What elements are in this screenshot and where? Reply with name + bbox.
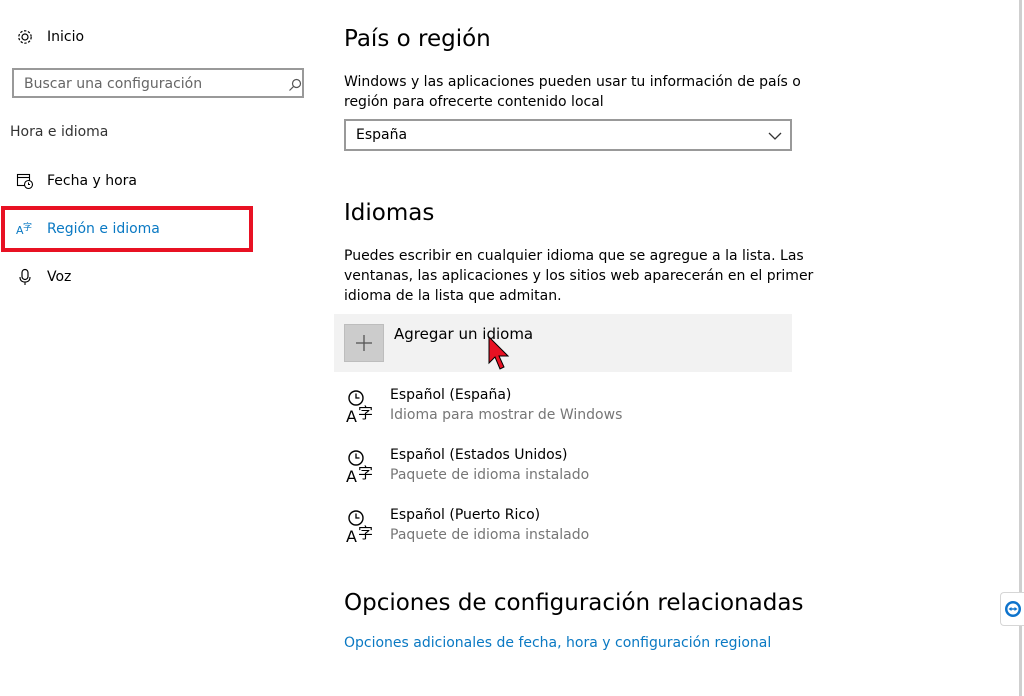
svg-text:字: 字 xyxy=(358,524,373,542)
region-description-line1: Windows y las aplicaciones pueden usar t… xyxy=(344,74,801,90)
svg-text:字: 字 xyxy=(358,404,373,422)
svg-text:A: A xyxy=(346,467,357,485)
svg-text:A: A xyxy=(346,527,357,545)
language-status: Paquete de idioma instalado xyxy=(390,527,590,543)
home-label: Inicio xyxy=(47,29,85,45)
region-description-line2: región para ofrecerte contenido local xyxy=(344,94,604,110)
chevron-down-icon xyxy=(768,128,782,142)
language-item-es-es[interactable]: A 字 Español (España) Idioma para mostrar… xyxy=(334,381,792,441)
cursor-arrow-icon xyxy=(487,335,511,376)
add-language-button[interactable]: Agregar un idioma xyxy=(334,314,792,372)
languages-description-line2: ventanas, las aplicaciones y los sitios … xyxy=(344,268,814,284)
additional-regional-settings-link[interactable]: Opciones adicionales de fecha, hora y co… xyxy=(344,635,771,651)
region-title: País o región xyxy=(344,26,491,52)
sidebar-item-date-time[interactable]: Fecha y hora xyxy=(0,161,320,201)
remote-control-widget[interactable] xyxy=(1000,592,1024,626)
plus-icon xyxy=(344,324,384,362)
sidebar-item-label: Voz xyxy=(47,269,72,285)
language-name: Español (España) xyxy=(390,387,512,403)
language-name: Español (Puerto Rico) xyxy=(390,507,541,523)
add-language-label: Agregar un idioma xyxy=(394,325,534,343)
language-pack-icon: A 字 xyxy=(344,389,378,426)
languages-description-line1: Puedes escribir en cualquier idioma que … xyxy=(344,248,804,264)
search-input[interactable] xyxy=(24,75,274,93)
language-pack-icon: A 字 xyxy=(344,449,378,486)
language-name: Español (Estados Unidos) xyxy=(390,447,568,463)
language-status: Idioma para mostrar de Windows xyxy=(390,407,623,423)
home-nav-item[interactable]: Inicio xyxy=(0,17,320,57)
languages-title: Idiomas xyxy=(344,200,435,226)
languages-description-line3: idioma de la lista que admitan. xyxy=(344,288,562,304)
related-settings-title: Opciones de configuración relacionadas xyxy=(344,590,804,616)
search-box[interactable] xyxy=(12,68,304,98)
country-dropdown-value: España xyxy=(356,127,408,143)
selection-highlight xyxy=(1,206,253,252)
sidebar-item-voice[interactable]: Voz xyxy=(0,257,320,297)
sidebar-item-label: Fecha y hora xyxy=(47,173,138,189)
language-pack-icon: A 字 xyxy=(344,509,378,546)
svg-text:A: A xyxy=(346,407,357,425)
section-title: Hora e idioma xyxy=(10,124,109,140)
search-icon[interactable] xyxy=(288,77,302,96)
microphone-icon xyxy=(16,268,34,286)
language-status: Paquete de idioma instalado xyxy=(390,467,590,483)
calendar-clock-icon xyxy=(16,172,34,190)
gear-icon xyxy=(16,28,34,46)
remote-control-icon xyxy=(1004,600,1022,622)
country-dropdown[interactable]: España xyxy=(344,119,792,151)
language-item-es-us[interactable]: A 字 Español (Estados Unidos) Paquete de … xyxy=(334,441,792,501)
language-item-es-pr[interactable]: A 字 Español (Puerto Rico) Paquete de idi… xyxy=(334,501,792,561)
svg-text:字: 字 xyxy=(358,464,373,482)
